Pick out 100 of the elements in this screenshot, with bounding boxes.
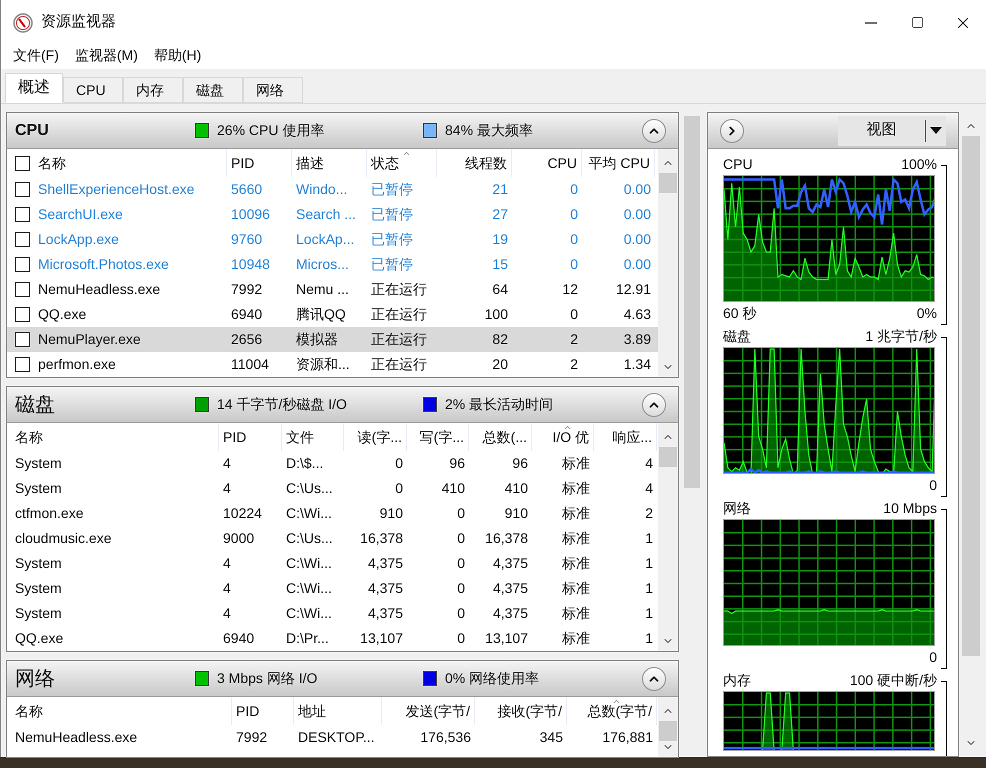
checkbox[interactable] xyxy=(15,332,30,347)
checkbox[interactable] xyxy=(15,156,30,170)
table-cell-text: 82 xyxy=(492,330,508,349)
column-header[interactable]: 线程数 xyxy=(437,149,512,177)
table-cell-text: 正在运行 xyxy=(371,330,427,349)
scrollbar-thumb[interactable] xyxy=(962,136,980,656)
column-header[interactable]: 文件 xyxy=(282,423,344,451)
table-cell-text: D:\$... xyxy=(286,454,324,473)
table-row[interactable]: QQ.exe 6940 腾讯QQ 正在运行 100 0 4.63 xyxy=(7,302,658,327)
column-header[interactable]: PID xyxy=(227,149,292,177)
table-row[interactable]: SearchUI.exe 10096 Search ... 已暂停 27 0 0.00 xyxy=(7,202,658,227)
table-cell-text: 标准 xyxy=(562,554,590,573)
collapse-button[interactable] xyxy=(642,392,666,416)
collapse-button[interactable] xyxy=(642,118,666,142)
graph-scale: 100 硬中断/秒 xyxy=(850,671,937,690)
checkbox[interactable] xyxy=(15,232,30,247)
table-cell-text: DESKTOP... xyxy=(298,728,375,747)
column-header[interactable]: CPU xyxy=(512,149,582,177)
table-cell-text: LockApp.exe xyxy=(38,230,119,249)
table-row[interactable]: ShellExperienceHost.exe 5660 Windo... 已暂停 21 0 0.00 xyxy=(7,177,658,202)
column-header[interactable]: I/O 优 xyxy=(532,423,594,451)
section-title: 磁盘 xyxy=(15,392,56,418)
menu-item[interactable]: 帮助(H) xyxy=(154,44,202,66)
table-cell-text: 6940 xyxy=(223,629,254,648)
column-header[interactable]: 读(字... xyxy=(344,423,407,451)
column-header[interactable]: 状态 xyxy=(367,149,437,177)
table-cell-text: 0.00 xyxy=(624,255,651,274)
table-row[interactable]: System 4 C:\Us... 0 410 410 标准 4 xyxy=(7,476,658,501)
table-cell-text: 20 xyxy=(492,355,508,374)
table-cell-text: 0 xyxy=(395,479,403,498)
graph-time-span: 60 秒 xyxy=(723,304,756,322)
scrollbar-thumb[interactable] xyxy=(659,447,677,467)
column-header[interactable]: 描述 xyxy=(292,149,367,177)
table-cell-text: 标准 xyxy=(562,629,590,648)
scrollbar[interactable] xyxy=(658,697,678,757)
table-row[interactable]: System 4 C:\Wi... 4,375 0 4,375 标准 1 xyxy=(7,551,658,576)
table-row[interactable]: Microsoft.Photos.exe 10948 Micros... 已暂停 15 0 0.00 xyxy=(7,252,658,277)
checkbox[interactable] xyxy=(15,357,30,372)
scrollbar-thumb[interactable] xyxy=(659,721,677,741)
table-cell-text: 176,881 xyxy=(602,728,653,747)
table-row[interactable]: System 4 C:\Wi... 4,375 0 4,375 标准 1 xyxy=(7,576,658,601)
table-cell-text: 7992 xyxy=(231,280,262,299)
table-row[interactable]: System 4 D:\$... 0 96 96 标准 4 xyxy=(7,451,658,476)
column-header[interactable]: 发送(字节/ xyxy=(382,697,475,725)
checkbox[interactable] xyxy=(15,282,30,297)
table-cell-text: 腾讯QQ xyxy=(296,305,346,324)
table-row[interactable]: cloudmusic.exe 9000 C:\Us... 16,378 0 16,378 标准 1 xyxy=(7,526,658,551)
scrollbar[interactable] xyxy=(658,423,678,651)
scrollbar-thumb[interactable] xyxy=(684,116,700,488)
table-row[interactable]: System 4 C:\Wi... 4,375 0 4,375 标准 1 xyxy=(7,601,658,626)
tab[interactable]: 概述 xyxy=(5,73,63,103)
maximize-icon xyxy=(910,16,924,29)
table-row[interactable]: NemuHeadless.exe 7992 DESKTOP... 176,536 345 176,881 xyxy=(7,725,658,750)
tab[interactable]: 磁盘 xyxy=(183,77,243,103)
table-cell-text: System xyxy=(15,479,62,498)
expand-button[interactable] xyxy=(720,118,744,142)
table-cell-text: 11004 xyxy=(231,355,269,374)
collapse-button[interactable] xyxy=(642,666,666,690)
table-cell-text: cloudmusic.exe xyxy=(15,529,112,548)
checkbox[interactable] xyxy=(15,257,30,272)
column-header[interactable]: 名称 xyxy=(7,149,227,177)
table-cell-text: 4 xyxy=(645,454,653,473)
table-row[interactable]: NemuPlayer.exe 2656 模拟器 正在运行 82 2 3.89 xyxy=(7,327,658,352)
column-header[interactable]: 平均 CPU xyxy=(582,149,655,177)
column-header[interactable]: 名称 xyxy=(7,697,232,725)
table-cell-text: 4,375 xyxy=(492,579,528,598)
scrollbar[interactable] xyxy=(658,149,678,377)
column-header[interactable]: 名称 xyxy=(7,423,219,451)
table-row[interactable]: QQ.exe 6940 D:\Pr... 13,107 0 13,107 标准 1 xyxy=(7,626,658,651)
column-header[interactable]: PID xyxy=(232,697,294,725)
section-title: CPU xyxy=(15,120,50,140)
checkbox[interactable] xyxy=(15,307,30,322)
table-cell-text: 910 xyxy=(380,504,403,523)
menu-item[interactable]: 监视器(M) xyxy=(74,44,138,66)
table-cell-text: 176,536 xyxy=(420,728,471,747)
sort-indicator-icon xyxy=(402,149,410,158)
table-cell-text: 12.91 xyxy=(616,280,651,299)
table-row[interactable]: NemuHeadless.exe 7992 Nemu ... 正在运行 64 12 12.91 xyxy=(7,277,658,302)
column-header[interactable]: 接收(字节/ xyxy=(475,697,567,725)
table-row[interactable]: LockApp.exe 9760 LockAp... 已暂停 19 0 0.00 xyxy=(7,227,658,252)
table-cell-text: 0 xyxy=(570,180,578,199)
tab[interactable]: CPU xyxy=(63,77,123,103)
column-header[interactable]: 地址 xyxy=(294,697,382,725)
column-header[interactable]: 响应... xyxy=(594,423,657,451)
column-header[interactable]: 总数(字节/ xyxy=(567,697,657,725)
table-row[interactable]: ctfmon.exe 10224 C:\Wi... 910 0 910 标准 2 xyxy=(7,501,658,526)
column-header[interactable]: PID xyxy=(219,423,282,451)
tab[interactable]: 内存 xyxy=(123,77,183,103)
table-cell-text: 0 xyxy=(395,454,403,473)
scrollbar-thumb[interactable] xyxy=(659,173,677,193)
table-cell-text: 96 xyxy=(449,454,465,473)
table-row[interactable]: perfmon.exe 11004 资源和... 正在运行 20 2 1.34 xyxy=(7,352,658,377)
tab[interactable]: 网络 xyxy=(243,77,303,103)
checkbox[interactable] xyxy=(15,182,30,197)
table-cell-text: C:\Wi... xyxy=(286,579,332,598)
menu-item[interactable]: 文件(F) xyxy=(13,44,59,66)
checkbox[interactable] xyxy=(15,207,30,222)
column-header[interactable]: 写(字... xyxy=(407,423,469,451)
column-header[interactable]: 总数(... xyxy=(469,423,532,451)
view-dropdown[interactable]: 视图 xyxy=(838,116,946,146)
